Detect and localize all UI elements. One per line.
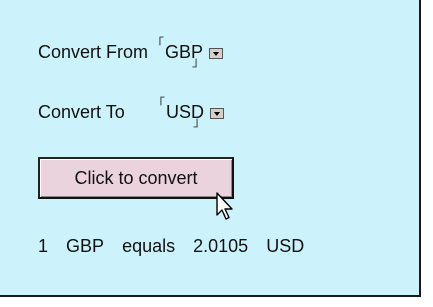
bracket-open-icon: 「	[151, 36, 165, 51]
bracket-close-icon: 」	[193, 114, 207, 129]
chevron-down-icon[interactable]	[210, 108, 225, 119]
convert-button[interactable]: Click to convert	[38, 157, 234, 199]
bracket-open-icon: 「	[152, 96, 166, 111]
result-from-currency: GBP	[66, 236, 105, 256]
convert-from-row: Convert From 「 GBP 」	[38, 37, 224, 68]
conversion-result: 1 GBP equals 2.0105 USD	[38, 234, 317, 258]
convert-to-label: Convert To	[38, 102, 125, 122]
convert-from-label: Convert From	[38, 42, 149, 62]
result-to-currency: USD	[266, 236, 305, 256]
result-amount: 1	[38, 236, 49, 256]
convert-to-row: Convert To 「 USD 」	[38, 97, 225, 128]
result-equals-text: equals	[122, 236, 176, 256]
convert-to-select[interactable]: 「 USD 」	[152, 97, 225, 128]
result-converted-value: 2.0105	[193, 236, 249, 256]
converter-panel: Convert From 「 GBP 」 Convert To 「 USD 」 …	[0, 0, 421, 297]
mouse-pointer-icon	[216, 192, 233, 220]
bracket-close-icon: 」	[192, 54, 206, 69]
chevron-down-icon[interactable]	[209, 48, 224, 59]
convert-from-select[interactable]: 「 GBP 」	[151, 37, 224, 68]
